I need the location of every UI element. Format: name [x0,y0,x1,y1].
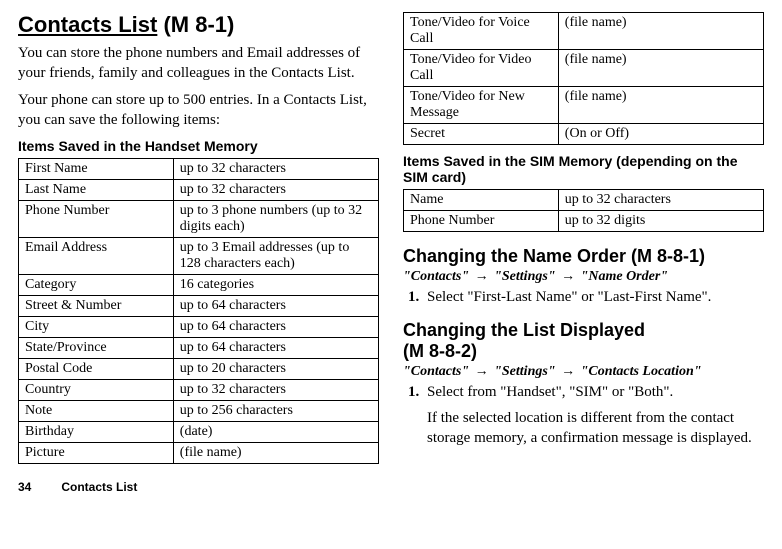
table-cell: (file name) [558,87,763,124]
step-item: Select "First-Last Name" or "Last-First … [423,289,764,306]
table-cell: (date) [173,422,378,443]
table-cell: First Name [19,159,174,180]
table-row: Picture(file name) [19,443,379,464]
left-column: Contacts List (M 8-1) You can store the … [18,12,379,464]
step-item: Select from "Handset", "SIM" or "Both". [423,384,764,401]
table-cell: Email Address [19,238,174,275]
table-cell: Tone/Video for Voice Call [404,13,559,50]
table-row: Category16 categories [19,275,379,296]
table-cell: up to 256 characters [173,401,378,422]
table-cell: Postal Code [19,359,174,380]
table-row: Email Addressup to 3 Email addresses (up… [19,238,379,275]
list-displayed-steps: Select from "Handset", "SIM" or "Both". [403,384,764,401]
table-cell: Name [404,190,559,211]
table-cell: Street & Number [19,296,174,317]
table-cell: City [19,317,174,338]
handset-memory-table: First Nameup to 32 characters Last Nameu… [18,158,379,464]
crumb-item: "Settings" [494,269,555,284]
crumb-item: "Contacts Location" [581,364,702,379]
chapter-name: Contacts List [61,480,137,494]
table-cell: 16 categories [173,275,378,296]
table-row: Birthday(date) [19,422,379,443]
handset-memory-heading: Items Saved in the Handset Memory [18,138,379,154]
table-row: Tone/Video for Video Call(file name) [404,50,764,87]
table-row: Cityup to 64 characters [19,317,379,338]
table-row: State/Provinceup to 64 characters [19,338,379,359]
table-row: Phone Numberup to 3 phone numbers (up to… [19,201,379,238]
table-cell: Tone/Video for Video Call [404,50,559,87]
page-footer: 34 Contacts List [18,480,764,494]
list-displayed-heading: Changing the List Displayed (M 8-8-2) [403,320,764,362]
table-cell: Category [19,275,174,296]
intro-paragraph-1: You can store the phone numbers and Emai… [18,44,379,83]
table-cell: up to 3 Email addresses (up to 128 chara… [173,238,378,275]
table-cell: up to 64 characters [173,296,378,317]
table-cell: Country [19,380,174,401]
intro-paragraph-2: Your phone can store up to 500 entries. … [18,91,379,130]
arrow-icon: → [559,364,577,379]
table-cell: Birthday [19,422,174,443]
sim-memory-table: Nameup to 32 characters Phone Numberup t… [403,189,764,232]
top-table-body: Tone/Video for Voice Call(file name) Ton… [404,13,764,145]
table-row: Secret(On or Off) [404,124,764,145]
table-row: Last Nameup to 32 characters [19,180,379,201]
handset-table-body: First Nameup to 32 characters Last Nameu… [19,159,379,464]
table-row: First Nameup to 32 characters [19,159,379,180]
name-order-title: Changing the Name Order [403,246,626,266]
table-row: Postal Codeup to 20 characters [19,359,379,380]
table-cell: up to 64 characters [173,338,378,359]
table-cell: Secret [404,124,559,145]
table-cell: Phone Number [19,201,174,238]
right-column: Tone/Video for Voice Call(file name) Ton… [403,12,764,464]
name-order-suffix: (M 8-8-1) [626,246,705,266]
crumb-item: "Settings" [494,364,555,379]
name-order-heading: Changing the Name Order (M 8-8-1) [403,246,764,267]
table-cell: up to 32 characters [173,180,378,201]
table-cell: up to 32 characters [173,380,378,401]
sim-table-body: Nameup to 32 characters Phone Numberup t… [404,190,764,232]
table-cell: up to 32 digits [558,211,763,232]
table-cell: up to 20 characters [173,359,378,380]
table-row: Street & Numberup to 64 characters [19,296,379,317]
table-cell: (file name) [558,13,763,50]
table-row: Noteup to 256 characters [19,401,379,422]
table-cell: State/Province [19,338,174,359]
page-number: 34 [18,480,58,494]
table-cell: (On or Off) [558,124,763,145]
crumb-item: "Contacts" [403,364,469,379]
table-cell: Note [19,401,174,422]
list-displayed-suffix: (M 8-8-2) [403,341,477,361]
table-cell: up to 32 characters [173,159,378,180]
table-row: Phone Numberup to 32 digits [404,211,764,232]
table-cell: up to 64 characters [173,317,378,338]
handset-memory-table-continued: Tone/Video for Voice Call(file name) Ton… [403,12,764,145]
table-cell: Tone/Video for New Message [404,87,559,124]
table-cell: (file name) [173,443,378,464]
table-cell: Phone Number [404,211,559,232]
name-order-steps: Select "First-Last Name" or "Last-First … [403,289,764,306]
table-cell: (file name) [558,50,763,87]
table-cell: up to 3 phone numbers (up to 32 digits e… [173,201,378,238]
page-title-suffix: (M 8-1) [157,12,234,37]
arrow-icon: → [473,364,491,379]
table-cell: up to 32 characters [558,190,763,211]
arrow-icon: → [559,269,577,284]
list-displayed-path: "Contacts" → "Settings" → "Contacts Loca… [403,364,764,380]
sim-memory-heading: Items Saved in the SIM Memory (depending… [403,153,764,185]
crumb-item: "Name Order" [581,269,668,284]
arrow-icon: → [473,269,491,284]
table-row: Countryup to 32 characters [19,380,379,401]
table-cell: Picture [19,443,174,464]
table-row: Tone/Video for New Message(file name) [404,87,764,124]
name-order-path: "Contacts" → "Settings" → "Name Order" [403,269,764,285]
table-cell: Last Name [19,180,174,201]
table-row: Tone/Video for Voice Call(file name) [404,13,764,50]
page-title-text: Contacts List [18,12,157,37]
list-displayed-title: Changing the List Displayed [403,320,645,340]
list-displayed-note: If the selected location is different fr… [427,409,764,448]
crumb-item: "Contacts" [403,269,469,284]
page-title: Contacts List (M 8-1) [18,12,379,38]
table-row: Nameup to 32 characters [404,190,764,211]
